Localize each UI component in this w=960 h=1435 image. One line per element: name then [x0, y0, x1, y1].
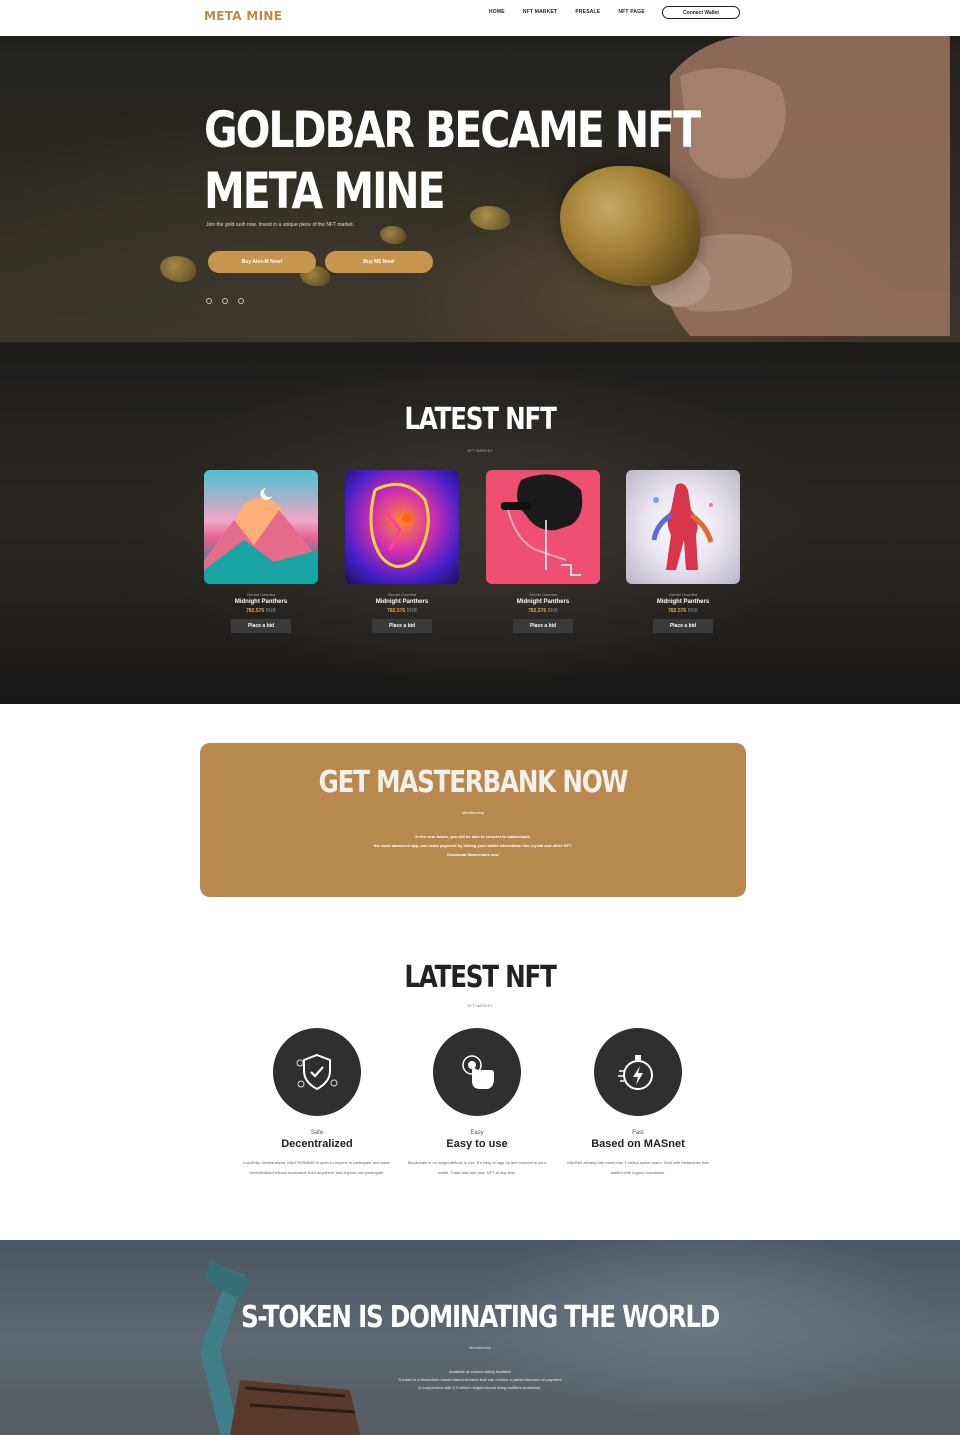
- stoken-text: Available at various listing facilities!…: [0, 1368, 960, 1392]
- feature-decentralized: Safe Decentralized LuxuFully decentraliz…: [232, 1028, 402, 1177]
- gold-nugget-image: [380, 226, 406, 244]
- nft-name: Midnight Panthers: [656, 599, 710, 605]
- place-bid-button[interactable]: Place a bid: [513, 619, 573, 633]
- nft-image-dancer[interactable]: [626, 470, 740, 584]
- feature-icon-circle: [273, 1028, 361, 1116]
- stoken-line: Available at various listing facilities!: [448, 1369, 512, 1374]
- nft-name: Midnight Panthers: [234, 599, 288, 605]
- banner-title: GET MASTERBANK NOW: [318, 765, 629, 800]
- masterbank-banner: GET MASTERBANK NOW Membership In the nea…: [200, 743, 746, 897]
- shield-icon: [296, 1053, 338, 1091]
- nav-link-home[interactable]: HOME: [489, 9, 505, 16]
- excavator-image: [200, 1260, 360, 1435]
- latest-nft-subtitle: NFT MARKET: [467, 448, 493, 453]
- gold-nugget-image: [160, 256, 196, 282]
- nft-price: 782.576 BNB: [345, 608, 459, 614]
- nft-image-mountain[interactable]: [204, 470, 318, 584]
- feature-tag: Easy: [470, 1130, 484, 1136]
- headphones-art: [501, 474, 583, 576]
- feature-text: MASNet already has more than 1 million a…: [567, 1160, 709, 1175]
- banner-line: the most advanced app, and make payment …: [373, 843, 573, 848]
- connect-wallet-button[interactable]: Connect Wallet: [662, 6, 740, 19]
- feature-title: Decentralized: [281, 1138, 353, 1150]
- latest-nft-section: LATEST NFT NFT MARKET Gerald Ozumba Midn…: [0, 342, 960, 704]
- nav-link-nft-market[interactable]: NFT MARKET: [523, 9, 558, 16]
- carousel-dot[interactable]: [238, 298, 244, 304]
- nft-author: Gerald Ozumba: [668, 592, 698, 597]
- nft-price: 782.576 BNB: [486, 608, 600, 614]
- nft-price: 782.576 BNB: [626, 608, 740, 614]
- carousel-dot[interactable]: [206, 298, 212, 304]
- nft-card[interactable]: Gerald Ozumba Midnight Panthers 782.576 …: [345, 470, 459, 633]
- feature-tag: Fast: [632, 1130, 644, 1136]
- dancer-art: [651, 483, 714, 570]
- feature-icon-circle: [433, 1028, 521, 1116]
- banner-line: In the near future, you will be able to …: [415, 834, 531, 839]
- nav-links: HOME NFT MARKET PRESALE NFT PAGE: [489, 9, 663, 16]
- carousel-dot[interactable]: [222, 298, 228, 304]
- nft-name: Midnight Panthers: [375, 599, 429, 605]
- stoken-subtitle: Membership: [468, 1345, 491, 1350]
- nft-price-unit: BNB: [406, 608, 417, 614]
- buy-m5-button[interactable]: Buy M5 Now!: [325, 251, 433, 273]
- latest-nft-title: LATEST NFT: [404, 402, 557, 437]
- hero-title-line2: META MINE: [204, 162, 446, 220]
- stopwatch-icon: [618, 1055, 653, 1090]
- nft-price-unit: BNB: [265, 608, 276, 614]
- hero-title: GOLDBAR BECAME NFT META MINE: [204, 100, 701, 222]
- nft-card[interactable]: Gerald Ozumba Midnight Panthers 782.576 …: [626, 470, 740, 633]
- feature-icon-circle: [594, 1028, 682, 1116]
- features-title: LATEST NFT: [404, 960, 557, 995]
- mountain-art: [204, 488, 318, 584]
- top-nav: META MINE HOME NFT MARKET PRESALE NFT PA…: [0, 0, 960, 36]
- nft-price-value: 782.576: [668, 608, 687, 614]
- nft-price-unit: BNB: [687, 608, 698, 614]
- feature-text: Blockchain is no longer difficult to use…: [407, 1160, 547, 1175]
- stoken-line: in conjunction with 2.3 million neighbor…: [418, 1385, 542, 1390]
- nft-card[interactable]: Gerald Ozumba Midnight Panthers 782.576 …: [486, 470, 600, 633]
- feature-tag: Safe: [310, 1130, 324, 1136]
- feature-masnet: Fast Based on MASnet MASNet already has …: [553, 1028, 723, 1177]
- hero-subtitle: Join the gold rush now. Invest in a uniq…: [206, 222, 355, 228]
- nft-name: Midnight Panthers: [516, 599, 570, 605]
- nft-price-value: 782.576: [528, 608, 547, 614]
- banner-line[interactable]: Download Masterbank now: [200, 850, 746, 859]
- neon-face-art: [369, 482, 430, 568]
- nft-price-unit: BNB: [547, 608, 558, 614]
- feature-text: LuxuFully decentralized, MASTERBANK is o…: [243, 1160, 391, 1175]
- nft-price-value: 782.576: [246, 608, 265, 614]
- brand-logo[interactable]: META MINE: [204, 9, 282, 23]
- nft-image-neon-face[interactable]: [345, 470, 459, 584]
- banner-text: In the near future, you will be able to …: [200, 832, 746, 859]
- nft-author: Gerald Ozumba: [528, 592, 558, 597]
- place-bid-button[interactable]: Place a bid: [653, 619, 713, 633]
- nft-author: Gerald Ozumba: [246, 592, 276, 597]
- touch-icon: [462, 1055, 494, 1089]
- hero-title-line1: GOLDBAR BECAME NFT: [204, 101, 701, 159]
- stoken-title: S-TOKEN IS DOMINATING THE WORLD: [240, 1300, 720, 1335]
- nft-price: 782.576 BNB: [204, 608, 318, 614]
- nft-image-headphones[interactable]: [486, 470, 600, 584]
- nft-author: Gerald Ozumba: [387, 592, 417, 597]
- place-bid-button[interactable]: Place a bid: [231, 619, 291, 633]
- hero-section: GOLDBAR BECAME NFT META MINE Join the go…: [0, 36, 960, 342]
- place-bid-button[interactable]: Place a bid: [372, 619, 432, 633]
- feature-easy: Easy Easy to use Blockchain is no longer…: [392, 1028, 562, 1177]
- nft-card[interactable]: Gerald Ozumba Midnight Panthers 782.576 …: [204, 470, 318, 633]
- nft-price-value: 782.576: [387, 608, 406, 614]
- banner-subtitle: Membership: [461, 810, 484, 815]
- stoken-section: S-TOKEN IS DOMINATING THE WORLD Membersh…: [0, 1240, 960, 1435]
- feature-title: Easy to use: [446, 1138, 508, 1150]
- stoken-line: S-token is a blockchain based diamond to…: [398, 1377, 562, 1382]
- nav-link-nft-page[interactable]: NFT PAGE: [618, 9, 645, 16]
- carousel-dots: [206, 298, 244, 304]
- buy-alex-m-button[interactable]: Buy Alex-M Now!: [208, 251, 316, 273]
- nav-link-presale[interactable]: PRESALE: [575, 9, 600, 16]
- features-subtitle: NFT MARKET: [467, 1003, 493, 1008]
- feature-title: Based on MASnet: [591, 1138, 685, 1150]
